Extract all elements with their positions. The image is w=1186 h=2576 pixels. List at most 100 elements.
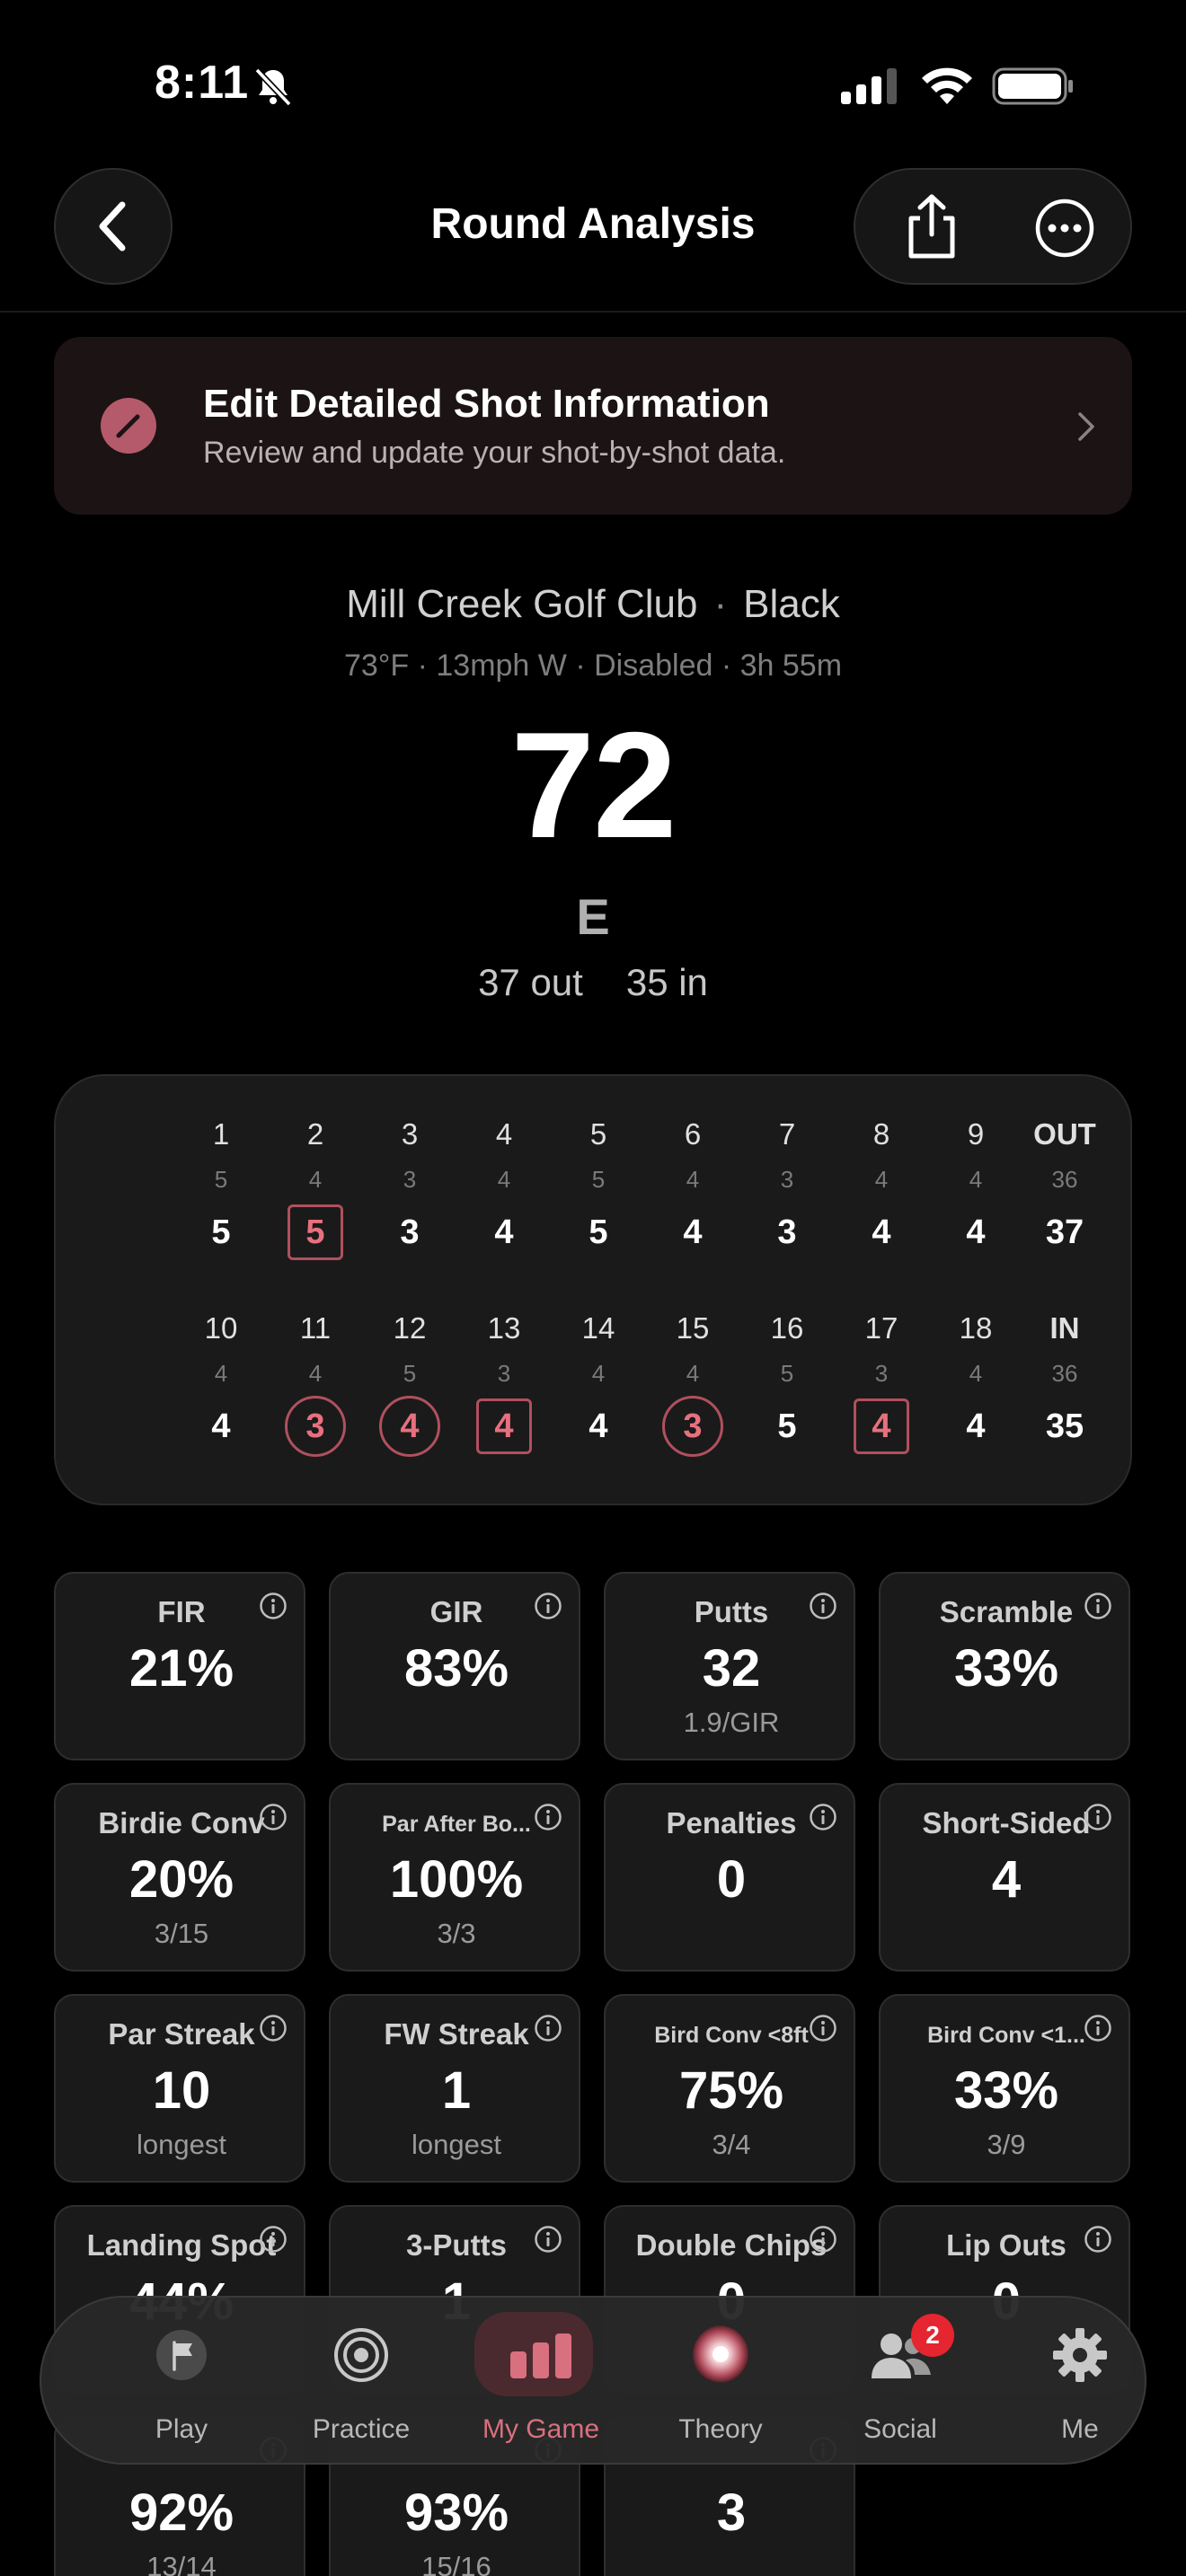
course-name: Mill Creek Golf Club (346, 582, 698, 626)
scorecard-total-score: 37 (1020, 1200, 1110, 1265)
score-value: 37 (1045, 1213, 1084, 1251)
scorecard-hole-score: 5 (270, 1200, 360, 1265)
tab-theory[interactable]: Theory (631, 2298, 810, 2466)
scorecard-hole-number: 12 (393, 1311, 427, 1345)
bogey-score: 4 (476, 1398, 532, 1454)
flag-icon (137, 2319, 226, 2391)
scorecard-par: 4 (686, 1166, 700, 1193)
info-icon[interactable] (1084, 1592, 1112, 1620)
tab-label: Practice (312, 2414, 411, 2444)
stat-tile-fir[interactable]: FIR 21% (54, 1572, 305, 1760)
birdie-score: 3 (662, 1396, 723, 1457)
scorecard-hole-number: 11 (299, 1311, 332, 1345)
info-icon[interactable] (809, 2014, 837, 2042)
info-icon[interactable] (259, 1592, 288, 1620)
score-value: 4 (966, 1213, 986, 1251)
stat-subtext: 1.9/GIR (683, 1707, 780, 1738)
nine-split: 37 out 35 in (0, 961, 1186, 1004)
total-score: 72 (510, 701, 677, 869)
stat-tile-bird-conv-1[interactable]: Bird Conv <1... 33% 3/9 (879, 1994, 1130, 2183)
stat-value: 3 (716, 2483, 747, 2542)
info-icon[interactable] (1084, 2225, 1112, 2254)
edit-banner-subtitle: Review and update your shot-by-shot data… (203, 436, 786, 470)
stat-value: 20% (128, 1850, 235, 1909)
info-icon[interactable] (809, 1803, 837, 1831)
info-icon[interactable] (259, 2225, 288, 2254)
cellular-signal-icon (841, 66, 897, 104)
scorecard-hole-score: 3 (742, 1200, 832, 1265)
tab-practice[interactable]: Practice (271, 2298, 451, 2466)
stat-value: 75% (678, 2061, 784, 2120)
stat-subtext: longest (412, 2129, 501, 2160)
stat-tile-penalties[interactable]: Penalties 0 (604, 1783, 855, 1972)
score-value: 3 (777, 1213, 797, 1251)
notification-badge: 2 (911, 2314, 954, 2357)
theory-orb-icon (676, 2319, 766, 2391)
scorecard-hole-score: 5 (176, 1200, 266, 1265)
scorecard-hole-number: 15 (676, 1311, 710, 1345)
stat-tile-scramble[interactable]: Scramble 33% (879, 1572, 1130, 1760)
tab-my-game[interactable]: My Game (451, 2298, 631, 2466)
out-score: 37 out (478, 961, 583, 1003)
more-options-icon[interactable] (1035, 198, 1094, 258)
bogey-score: 4 (854, 1398, 909, 1454)
score-value: 4 (872, 1213, 891, 1251)
scorecard-hole-number: 13 (487, 1311, 521, 1345)
info-icon[interactable] (809, 2225, 837, 2254)
info-icon[interactable] (534, 1592, 562, 1620)
scorecard-hole-number: 3 (401, 1117, 419, 1151)
scorecard-par: 5 (403, 1360, 417, 1387)
stat-subtext: 3/9 (987, 2129, 1026, 2160)
edit-shot-info-banner[interactable]: Edit Detailed Shot Information Review an… (54, 337, 1132, 515)
stat-value: 33% (953, 1639, 1059, 1698)
scorecard-total-label: OUT (1033, 1117, 1096, 1151)
info-icon[interactable] (809, 1592, 837, 1620)
stat-value: 21% (128, 1639, 235, 1698)
tee-name: Black (743, 582, 840, 626)
bar-chart-icon (496, 2319, 586, 2391)
share-icon[interactable] (900, 193, 963, 261)
scorecard-par: 5 (780, 1360, 794, 1387)
stat-value: 33% (953, 2061, 1059, 2120)
nav-divider (0, 311, 1186, 313)
stat-tile-par-after-bo[interactable]: Par After Bo... 100% 3/3 (329, 1783, 580, 1972)
scorecard[interactable]: 1 5 5 2 4 5 3 3 3 4 4 4 5 5 5 6 4 4 7 3 3 8 4 4 9 4 4 OUT 36 37 10 4 4 1… (54, 1074, 1132, 1505)
scorecard-hole-score: 4 (459, 1200, 549, 1265)
stat-subtext: longest (137, 2129, 226, 2160)
edit-banner-title: Edit Detailed Shot Information (203, 382, 770, 426)
info-icon[interactable] (534, 2014, 562, 2042)
tab-bar: Play Practice My Game Theory 2 Social Me (40, 2296, 1146, 2465)
tab-social[interactable]: 2 Social (810, 2298, 990, 2466)
info-icon[interactable] (534, 2225, 562, 2254)
tab-play[interactable]: Play (92, 2298, 271, 2466)
score-value: 35 (1045, 1407, 1084, 1445)
separator-dot: · (713, 582, 728, 626)
scorecard-hole-number: 14 (581, 1311, 615, 1345)
stat-tile-gir[interactable]: GIR 83% (329, 1572, 580, 1760)
info-icon[interactable] (259, 1803, 288, 1831)
scorecard-par: 36 (1051, 1360, 1078, 1387)
wifi-icon (922, 67, 972, 104)
stat-subtext: 13/14 (146, 2551, 217, 2576)
info-icon[interactable] (1084, 2014, 1112, 2042)
stat-tile-putts[interactable]: Putts 32 1.9/GIR (604, 1572, 855, 1760)
info-icon[interactable] (1084, 1803, 1112, 1831)
score-value: 3 (400, 1213, 420, 1251)
stat-tile-short-sided[interactable]: Short-Sided 4 (879, 1783, 1130, 1972)
scorecard-par: 4 (497, 1166, 511, 1193)
scorecard-hole-number: 5 (589, 1117, 607, 1151)
scorecard-par: 3 (497, 1360, 511, 1387)
scorecard-hole-score: 5 (553, 1200, 643, 1265)
in-score: 35 in (625, 961, 708, 1003)
stat-tile-fw-streak[interactable]: FW Streak 1 longest (329, 1994, 580, 2183)
info-icon[interactable] (534, 1803, 562, 1831)
scorecard-par: 36 (1051, 1166, 1078, 1193)
tab-label: My Game (482, 2414, 600, 2444)
stat-tile-bird-conv-8ft[interactable]: Bird Conv <8ft 75% 3/4 (604, 1994, 855, 2183)
bogey-score: 5 (288, 1204, 343, 1260)
scorecard-hole-number: 10 (204, 1311, 238, 1345)
info-icon[interactable] (259, 2014, 288, 2042)
tab-me[interactable]: Me (990, 2298, 1170, 2466)
stat-tile-par-streak[interactable]: Par Streak 10 longest (54, 1994, 305, 2183)
stat-tile-birdie-conv[interactable]: Birdie Conv 20% 3/15 (54, 1783, 305, 1972)
